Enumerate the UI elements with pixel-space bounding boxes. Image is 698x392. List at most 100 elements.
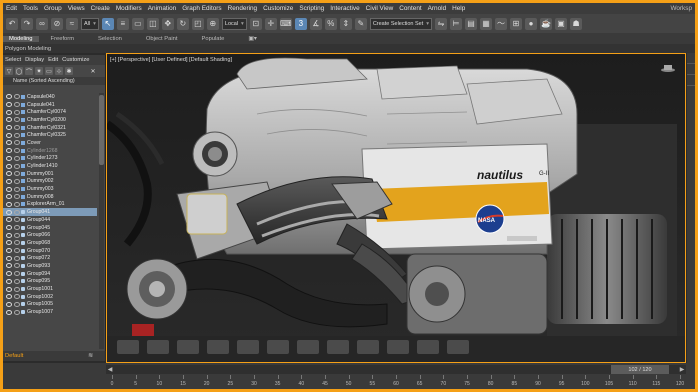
menu-item-arnold[interactable]: Arnold: [425, 5, 449, 12]
visibility-eye-icon[interactable]: [6, 109, 12, 115]
freeze-icon[interactable]: [13, 109, 20, 115]
visibility-eye-icon[interactable]: [6, 140, 12, 146]
bind-to-space-warp-icon[interactable]: ≈: [66, 17, 78, 30]
selection-filter-dropdown[interactable]: All ▾: [81, 17, 99, 30]
scene-item[interactable]: Group044: [3, 216, 97, 224]
freeze-icon[interactable]: [13, 132, 20, 138]
freeze-icon[interactable]: [13, 125, 20, 131]
visibility-eye-icon[interactable]: [6, 217, 12, 223]
modify-tab-icon[interactable]: [687, 64, 695, 75]
select-rotate-icon[interactable]: ↻: [176, 17, 189, 30]
freeze-icon[interactable]: [13, 117, 20, 123]
visibility-eye-icon[interactable]: [6, 240, 12, 246]
scene-item[interactable]: Dummy001: [3, 170, 97, 178]
visibility-eye-icon[interactable]: [6, 255, 12, 261]
spinner-snap-icon[interactable]: ⇕: [339, 17, 352, 30]
freeze-icon[interactable]: [13, 163, 20, 169]
rendered-frame-window-icon[interactable]: ▣: [555, 17, 568, 30]
select-object-icon[interactable]: ↖: [101, 17, 114, 30]
menu-item-civil-view[interactable]: Civil View: [363, 5, 397, 12]
select-manipulate-icon[interactable]: ✛: [264, 17, 277, 30]
menu-item-rendering[interactable]: Rendering: [225, 5, 261, 12]
select-by-name-icon[interactable]: ≡: [116, 17, 129, 30]
freeze-icon[interactable]: [13, 140, 20, 146]
ribbon-options-icon[interactable]: ▣▾: [236, 36, 268, 42]
scene-item[interactable]: Group1005: [3, 301, 97, 309]
create-tab-icon[interactable]: [687, 53, 695, 64]
visibility-eye-icon[interactable]: [6, 163, 12, 169]
freeze-icon[interactable]: [13, 271, 20, 277]
close-icon[interactable]: ✕: [89, 67, 97, 75]
scene-item[interactable]: Cylinder1410: [3, 162, 97, 170]
menu-item-tools[interactable]: Tools: [20, 5, 41, 12]
ribbon-tab-selection[interactable]: Selection: [86, 36, 134, 42]
column-header[interactable]: Name (Sorted Ascending): [3, 77, 105, 85]
freeze-icon[interactable]: [13, 171, 20, 177]
track-bar[interactable]: 0 5 10 15 20 25 30 35 40 45 50 55 60 65 70 75 80 85 90 95 10…: [106, 375, 686, 388]
select-scale-icon[interactable]: ◰: [191, 17, 204, 30]
visibility-eye-icon[interactable]: [6, 102, 12, 108]
next-frame-icon[interactable]: ▶: [678, 365, 686, 374]
freeze-icon[interactable]: [13, 94, 20, 100]
visibility-eye-icon[interactable]: [6, 232, 12, 238]
freeze-icon[interactable]: [13, 225, 20, 231]
percent-snap-icon[interactable]: %: [324, 17, 337, 30]
perspective-viewport[interactable]: NASA nautilus G-II [+] [Perspective] [Us…: [106, 53, 686, 363]
visibility-eye-icon[interactable]: [6, 186, 12, 192]
rectangular-selection-icon[interactable]: ▭: [131, 17, 144, 30]
menu-item-content[interactable]: Content: [396, 5, 424, 12]
freeze-icon[interactable]: [13, 102, 20, 108]
scene-item[interactable]: Group045: [3, 224, 97, 232]
scene-item[interactable]: ChamferCyl0074: [3, 108, 97, 116]
unlink-icon[interactable]: ⊘: [51, 17, 63, 30]
angle-snap-icon[interactable]: ∡: [309, 17, 322, 30]
freeze-icon[interactable]: [13, 217, 20, 223]
display-helpers-icon[interactable]: ⊹: [55, 67, 63, 75]
visibility-eye-icon[interactable]: [6, 271, 12, 277]
align-icon[interactable]: ⊨: [450, 17, 463, 30]
explorer-scrollbar[interactable]: [99, 93, 104, 349]
visibility-eye-icon[interactable]: [6, 155, 12, 161]
curve-editor-icon[interactable]: 〜: [495, 17, 508, 30]
display-all-icon[interactable]: ✱: [65, 67, 73, 75]
explorer-menu-display[interactable]: Display: [23, 57, 46, 63]
scene-item[interactable]: Group094: [3, 270, 97, 278]
current-layer-label[interactable]: Default: [5, 353, 23, 359]
time-slider-thumb[interactable]: 102 / 120: [611, 365, 669, 374]
placement-icon[interactable]: ⊕: [206, 17, 219, 30]
scene-item[interactable]: Dummy002: [3, 178, 97, 186]
reference-coordinate-dropdown[interactable]: Local ▾: [221, 17, 247, 30]
render-production-icon[interactable]: ☗: [570, 17, 583, 30]
visibility-eye-icon[interactable]: [6, 209, 12, 215]
freeze-icon[interactable]: [13, 278, 20, 284]
ribbon-tab-object-paint[interactable]: Object Paint: [134, 36, 190, 42]
freeze-icon[interactable]: [13, 240, 20, 246]
scrollbar-thumb[interactable]: [99, 95, 104, 165]
explorer-menu-customize[interactable]: Customize: [60, 57, 91, 63]
visibility-eye-icon[interactable]: [6, 201, 12, 207]
menu-item-views[interactable]: Views: [65, 5, 88, 12]
time-slider[interactable]: ◀ 102 / 120 ▶: [106, 365, 686, 374]
viewcube-icon[interactable]: [661, 64, 675, 72]
ribbon-panel-label[interactable]: Polygon Modeling: [5, 46, 51, 52]
menu-item-scripting[interactable]: Scripting: [296, 5, 327, 12]
freeze-icon[interactable]: [13, 148, 20, 154]
scene-item[interactable]: Cylinder1273: [3, 155, 97, 163]
freeze-icon[interactable]: [13, 248, 20, 254]
menu-item-edit[interactable]: Edit: [3, 5, 20, 12]
visibility-eye-icon[interactable]: [6, 263, 12, 269]
viewport-label[interactable]: [+] [Perspective] [User Defined] [Defaul…: [110, 57, 232, 63]
mirror-icon[interactable]: ⇋: [435, 17, 448, 30]
freeze-icon[interactable]: [13, 194, 20, 200]
render-setup-icon[interactable]: ☕: [540, 17, 553, 30]
ribbon-toggle-icon[interactable]: ▦: [480, 17, 493, 30]
display-lights-icon[interactable]: ✷: [35, 67, 43, 75]
scene-item[interactable]: ChamferCyl0321: [3, 124, 97, 132]
scene-item[interactable]: Dummy008: [3, 193, 97, 201]
visibility-eye-icon[interactable]: [6, 117, 12, 123]
snaps-toggle-icon[interactable]: 3: [294, 17, 307, 30]
menu-item-modifiers[interactable]: Modifiers: [113, 5, 145, 12]
visibility-eye-icon[interactable]: [6, 171, 12, 177]
menu-item-group[interactable]: Group: [41, 5, 65, 12]
freeze-icon[interactable]: [13, 155, 20, 161]
